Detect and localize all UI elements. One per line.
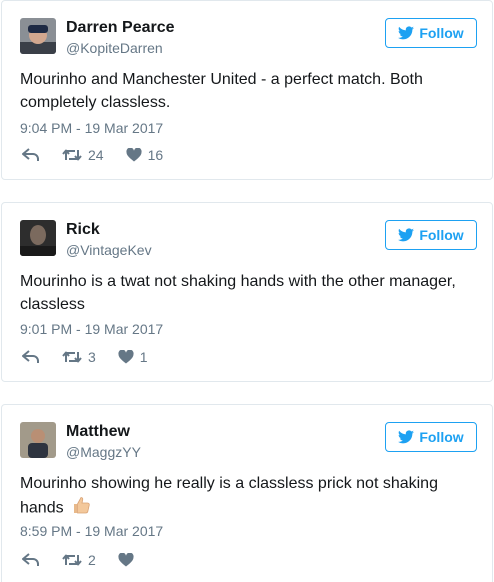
avatar[interactable] <box>20 422 56 458</box>
retweet-icon <box>62 149 82 161</box>
retweet-button[interactable]: 3 <box>62 349 96 365</box>
display-name[interactable]: Matthew <box>66 423 130 441</box>
follow-button[interactable]: Follow <box>385 220 477 250</box>
timestamp[interactable]: 9:01 PM - 19 Mar 2017 <box>20 321 163 337</box>
retweet-icon <box>62 554 82 566</box>
like-count: 16 <box>147 147 164 163</box>
heart-icon <box>118 350 134 364</box>
follow-label: Follow <box>419 227 464 243</box>
display-name[interactable]: Rick <box>66 221 100 239</box>
like-count: 1 <box>139 349 148 365</box>
timestamp[interactable]: 8:59 PM - 19 Mar 2017 <box>20 523 163 539</box>
thumbs-up-icon <box>71 495 91 522</box>
tweet-actions: 2 <box>22 552 162 568</box>
twitter-bird-icon <box>398 26 415 40</box>
tweet-card: Matthew @MaggzYY Follow Mourinho showing… <box>1 404 493 582</box>
retweet-icon <box>62 351 82 363</box>
reply-button[interactable] <box>22 553 40 567</box>
reply-button[interactable] <box>22 350 40 364</box>
reply-icon <box>22 350 39 363</box>
retweet-button[interactable]: 2 <box>62 552 96 568</box>
tweet-text: Mourinho and Manchester United - a perfe… <box>20 71 423 111</box>
twitter-bird-icon <box>398 430 415 444</box>
avatar[interactable] <box>20 220 56 256</box>
timestamp[interactable]: 9:04 PM - 19 Mar 2017 <box>20 120 163 136</box>
tweet-card: Darren Pearce @KopiteDarren Follow Mouri… <box>1 0 493 180</box>
follow-label: Follow <box>419 25 464 41</box>
heart-icon <box>126 148 142 162</box>
tweet-text: Mourinho showing he really is a classles… <box>20 472 470 522</box>
retweet-count: 2 <box>88 552 96 568</box>
follow-label: Follow <box>419 429 464 445</box>
tweet-card: Rick @VintageKev Follow Mourinho is a tw… <box>1 202 493 382</box>
reply-icon <box>22 553 39 566</box>
user-handle[interactable]: @VintageKev <box>66 242 152 258</box>
user-handle[interactable]: @KopiteDarren <box>66 40 163 56</box>
like-button[interactable]: 1 <box>118 349 148 365</box>
like-button[interactable]: 16 <box>126 147 164 163</box>
follow-button[interactable]: Follow <box>385 422 477 452</box>
avatar[interactable] <box>20 18 56 54</box>
tweet-actions: 24 16 <box>22 147 185 163</box>
follow-button[interactable]: Follow <box>385 18 477 48</box>
reply-button[interactable] <box>22 148 40 162</box>
heart-icon <box>118 553 134 567</box>
tweet-actions: 3 1 <box>22 349 170 365</box>
retweet-count: 3 <box>88 349 96 365</box>
retweet-button[interactable]: 24 <box>62 147 104 163</box>
tweet-text: Mourinho is a twat not shaking hands wit… <box>20 273 456 313</box>
retweet-count: 24 <box>88 147 104 163</box>
like-button[interactable] <box>118 553 140 567</box>
twitter-bird-icon <box>398 228 415 242</box>
display-name[interactable]: Darren Pearce <box>66 19 175 37</box>
reply-icon <box>22 148 39 161</box>
user-handle[interactable]: @MaggzYY <box>66 444 141 460</box>
